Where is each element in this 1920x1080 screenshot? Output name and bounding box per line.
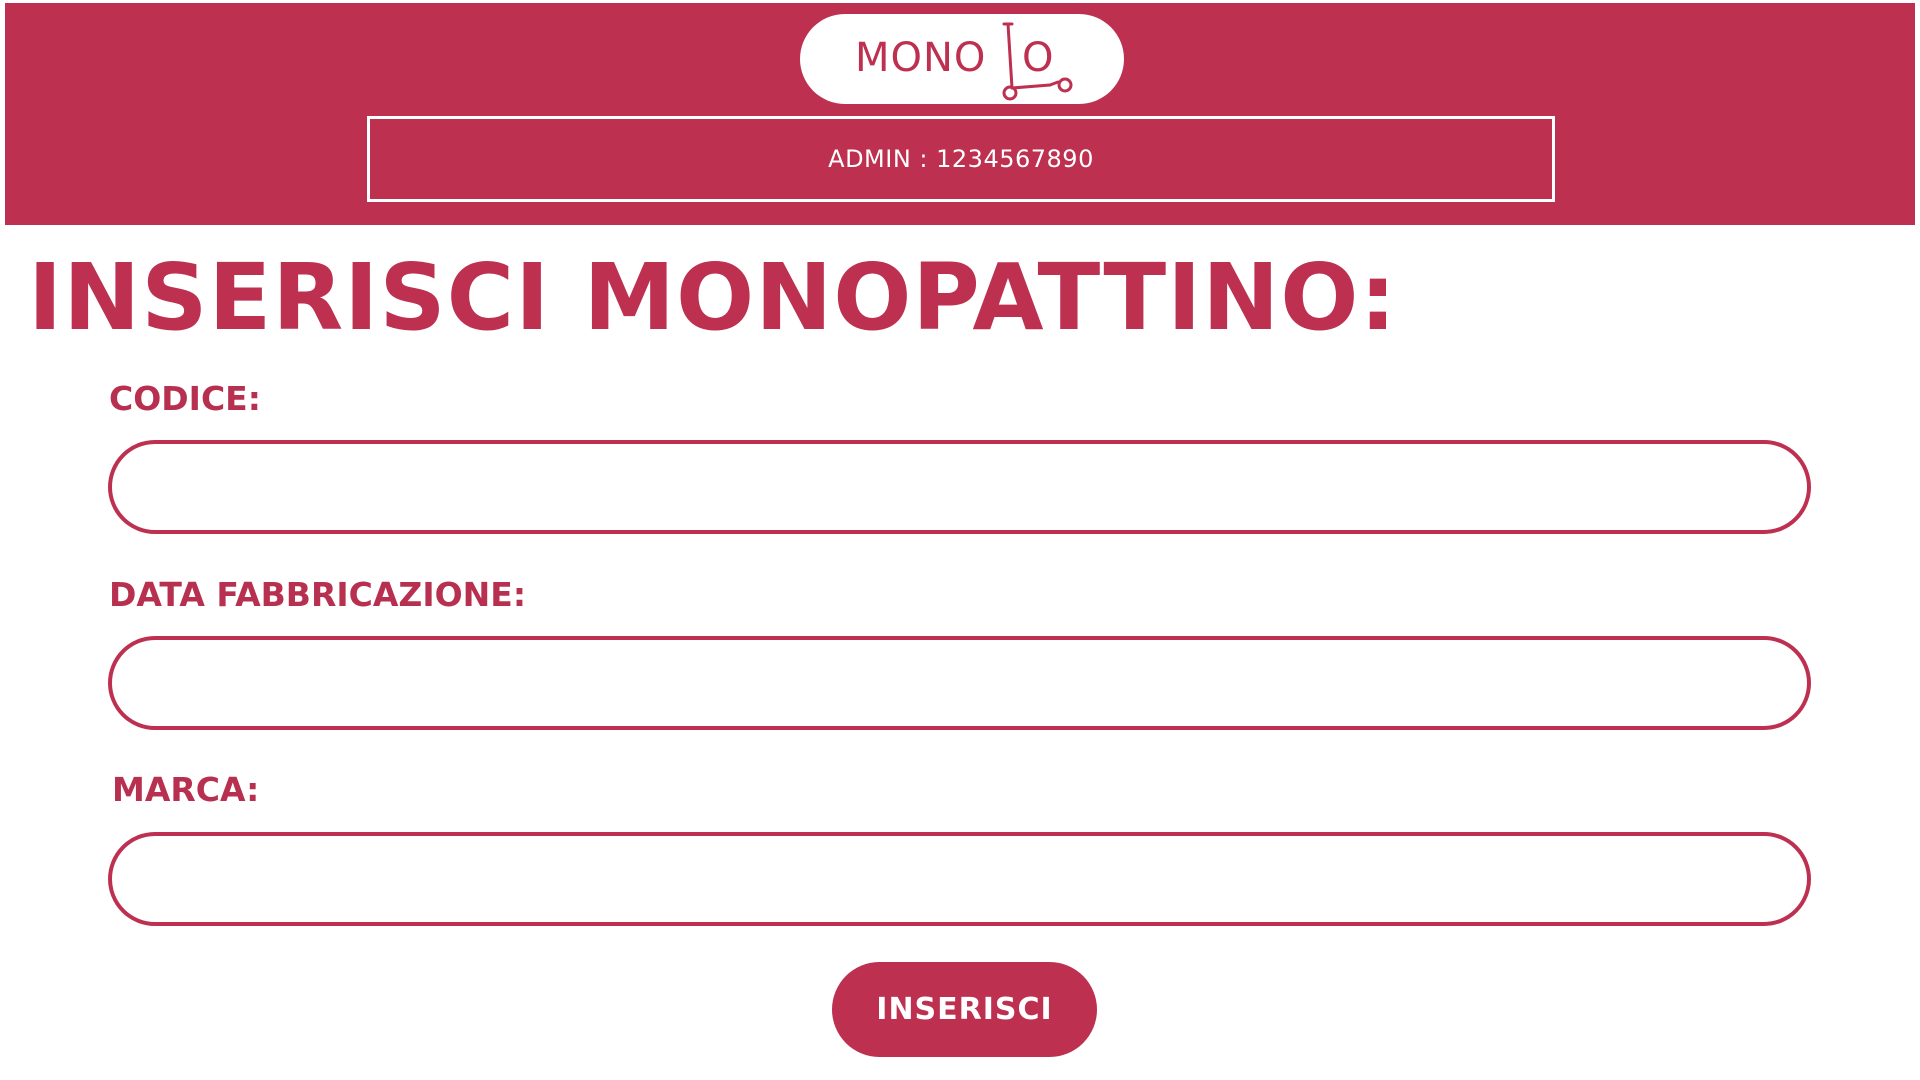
header-bar: MONO O ADMIN : 1234567890 [5, 3, 1915, 225]
logo-text-left: MONO [855, 35, 986, 81]
codice-label: CODICE: [109, 379, 261, 418]
logo-graphic: MONO O [855, 22, 1073, 101]
logo-text-right: O [1022, 35, 1053, 81]
codice-input[interactable] [108, 440, 1811, 534]
admin-label: ADMIN : 1234567890 [828, 145, 1094, 173]
data-fabbricazione-input[interactable] [108, 636, 1811, 730]
logo: MONO O [800, 14, 1124, 104]
inserisci-button[interactable]: INSERISCI [832, 962, 1097, 1057]
admin-info-box: ADMIN : 1234567890 [367, 116, 1555, 202]
page-title: INSERISCI MONOPATTINO: [28, 244, 1398, 351]
marca-label: MARCA: [112, 770, 260, 809]
marca-input[interactable] [108, 832, 1811, 926]
data-fabbricazione-label: DATA FABBRICAZIONE: [109, 575, 527, 614]
